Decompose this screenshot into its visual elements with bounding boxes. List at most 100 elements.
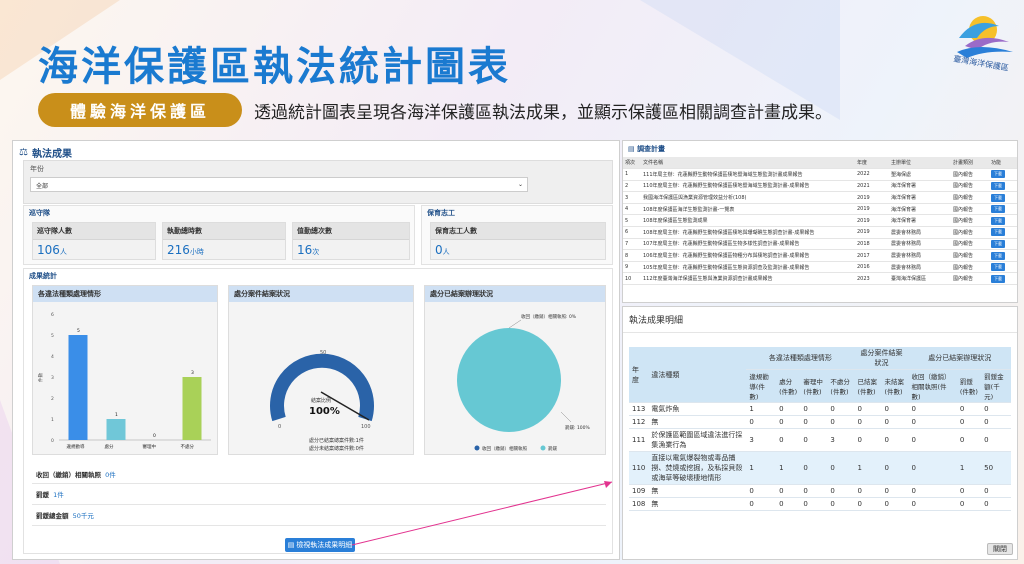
table-cell: 下載 xyxy=(989,238,1017,251)
results-title: 執法成果明細 xyxy=(623,307,1017,333)
plans-panel: ▤ 調查計畫 項次 文件名稱 年度 主辦單位 計畫類別 功能 1 111年局主辦：… xyxy=(622,140,1018,303)
col-header: 收回（繳銷）相關執照(件數) xyxy=(908,369,957,403)
enforcement-panel: ⚖ 執法成果 年份 全部 ⌄ 巡守隊 巡守隊人數 106人 執勤總時數 216小… xyxy=(12,140,620,560)
table-cell: 國內報告 xyxy=(951,226,989,239)
enforcement-title: 執法成果 xyxy=(31,149,72,160)
table-row: 10 112年度臺灣海洋保護區生態與漁業資源調查計畫成果報告 2023 臺灣海洋保護區… xyxy=(623,272,1017,286)
col-header: 文件名稱 xyxy=(641,157,855,170)
table-cell: 0 xyxy=(800,415,828,429)
table-row: 108 無 0 0 0 0 0 0 0 0 0 xyxy=(629,497,1011,511)
table-cell: 海洋保育署 xyxy=(889,180,951,193)
table-cell: 0 xyxy=(800,402,828,416)
table-cell: 0 xyxy=(776,428,801,452)
bar-value-label: 5 xyxy=(77,328,80,334)
y-tick-label: 0 xyxy=(51,438,54,444)
table-cell: 113 xyxy=(629,402,649,416)
logo-icon xyxy=(957,16,1013,58)
table-cell: 0 xyxy=(881,451,909,485)
table-cell: 1 xyxy=(746,451,777,485)
kpi-patrol-members: 巡守隊人數 106人 xyxy=(32,222,156,260)
summary-row: 罰鍰 1件 xyxy=(32,484,606,505)
y-tick-label: 2 xyxy=(51,396,54,402)
table-cell: 109 xyxy=(629,484,649,498)
table-cell: 國內報告 xyxy=(951,214,989,228)
table-cell: 0 xyxy=(827,451,855,485)
bar-value-label: 1 xyxy=(115,412,118,418)
table-cell: 0 xyxy=(776,415,801,429)
download-button[interactable]: 下載 xyxy=(991,181,1005,190)
table-cell: 0 xyxy=(746,415,777,429)
table-cell: 0 xyxy=(956,415,982,429)
bar xyxy=(182,377,202,440)
pie-slice-fine xyxy=(457,328,561,432)
download-button[interactable]: 下載 xyxy=(991,216,1005,225)
table-cell: 2022 xyxy=(855,168,889,181)
table-cell: 108年度保護區海洋生態監測計畫-一覽表 xyxy=(641,203,855,216)
bar xyxy=(106,419,126,440)
table-cell: 4 xyxy=(623,203,641,216)
table-cell: 電氣炸魚 xyxy=(648,402,747,416)
table-row: 110 直接以電氣爆裂物或毒品捕撈、焚燒或挖掘，及私採貝殼或海草等破壞棲地情形 1 1… xyxy=(629,451,1011,485)
download-button[interactable]: 下載 xyxy=(991,251,1005,260)
table-cell: 0 xyxy=(981,497,1011,511)
table-row: 5 108年度保護區生態監測成果 2019 海洋保育署 國內報告 下載 xyxy=(623,214,1017,228)
table-cell: 0 xyxy=(800,451,828,485)
table-cell: 2019 xyxy=(855,214,889,228)
year-select-value: 全部 xyxy=(36,183,49,190)
volunteer-title: 保育志工 xyxy=(427,209,455,217)
table-cell: 國內報告 xyxy=(951,191,989,204)
table-cell: 下載 xyxy=(989,191,1017,204)
results-panel: 執法成果明細 年度 違法種類 各違法種類處理情形 處分案件結案狀況 處分已結案辦… xyxy=(622,306,1018,560)
gauge-open-line: 處分未結案總案件數:0件 xyxy=(309,445,364,452)
table-cell: 0 xyxy=(827,402,855,416)
document-icon: ▤ xyxy=(287,541,295,549)
x-tick-label: 審理中 xyxy=(143,443,157,450)
y-tick-label: 6 xyxy=(51,312,54,318)
table-cell: 9 xyxy=(623,261,641,274)
view-detail-button[interactable]: ▤ 檢視執法成果明細 xyxy=(285,538,355,552)
table-cell: 0 xyxy=(746,484,777,498)
close-button[interactable]: 關閉 xyxy=(987,543,1013,555)
table-cell: 2023 xyxy=(855,272,889,286)
col-header: 未結案(件數) xyxy=(881,369,909,403)
table-cell: 0 xyxy=(881,402,909,416)
kpi-volunteers: 保育志工人數 0人 xyxy=(430,222,606,260)
table-cell: 下載 xyxy=(989,203,1017,216)
table-row: 7 107年度局主辦：花蓮縣野生動物保護區生物多樣性調查計畫-成果報告 2018 農委… xyxy=(623,238,1017,251)
legend-fine[interactable]: 罰鍰 xyxy=(548,445,557,452)
download-button[interactable]: 下載 xyxy=(991,263,1005,272)
table-cell: 8 xyxy=(623,249,641,262)
table-cell: 國內報告 xyxy=(951,249,989,262)
table-cell: 112 xyxy=(629,415,649,429)
download-button[interactable]: 下載 xyxy=(991,274,1005,283)
table-cell: 無 xyxy=(648,415,747,429)
table-cell: 108年度局主辦：花蓮縣野生動物保護區棲地與珊瑚礁生態調查計畫-成果報告 xyxy=(641,226,855,239)
gauge-tick-50: 50 xyxy=(320,350,326,356)
table-cell: 0 xyxy=(981,415,1011,429)
summary-list: 收回（繳銷）相關執照 0件 罰鍰 1件 罰鍰總金額 50千元 xyxy=(32,465,606,526)
legend-license[interactable]: 收回（繳銷）相關執照 xyxy=(482,445,527,452)
download-button[interactable]: 下載 xyxy=(991,193,1005,202)
bar-value-label: 0 xyxy=(153,433,156,439)
download-button[interactable]: 下載 xyxy=(991,205,1005,214)
table-cell: 0 xyxy=(854,497,882,511)
bar-value-label: 3 xyxy=(191,370,194,376)
table-cell: 0 xyxy=(854,415,882,429)
year-select[interactable]: 全部 ⌄ xyxy=(30,177,528,192)
download-button[interactable]: 下載 xyxy=(991,239,1005,248)
table-cell: 1 xyxy=(623,168,641,181)
kpi-value: 0人 xyxy=(435,243,450,257)
kpi-label: 值勤總次數 xyxy=(293,223,409,240)
table-header-row: 年度 違法種類 各違法種類處理情形 處分案件結案狀況 處分已結案辦理狀況 xyxy=(629,347,1011,403)
table-cell: 0 xyxy=(908,415,957,429)
download-button[interactable]: 下載 xyxy=(991,228,1005,237)
group-header: 處分案件結案狀況 xyxy=(854,347,909,370)
table-cell: 0 xyxy=(776,484,801,498)
download-button[interactable]: 下載 xyxy=(991,170,1005,179)
table-row: 111 於保護區範圍區域違法進行採集漁業行為 3 0 0 3 0 0 0 0 0 xyxy=(629,428,1011,452)
table-cell: 0 xyxy=(827,497,855,511)
table-cell: 0 xyxy=(881,484,909,498)
year-filter: 年份 全部 ⌄ xyxy=(23,160,613,204)
table-cell: 3 xyxy=(746,428,777,452)
table-row: 109 無 0 0 0 0 0 0 0 0 0 xyxy=(629,484,1011,498)
